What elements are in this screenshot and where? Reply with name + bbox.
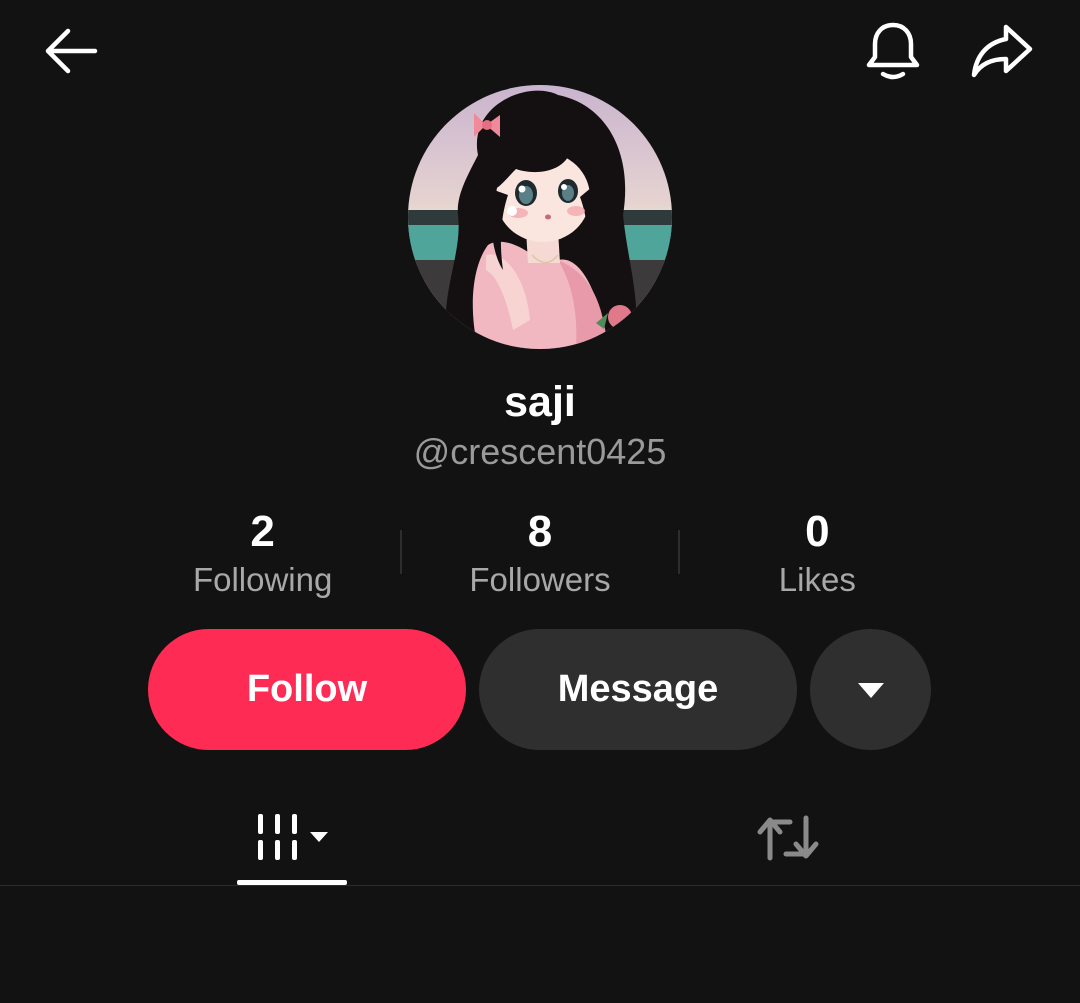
stat-likes[interactable]: 0 Likes — [680, 504, 955, 604]
anime-girl-avatar — [408, 85, 672, 349]
chevron-down-icon — [310, 831, 328, 842]
tab-videos[interactable] — [236, 790, 348, 885]
stat-value: 0 — [805, 507, 830, 556]
stat-value: 2 — [250, 507, 275, 556]
message-button[interactable]: Message — [479, 629, 797, 750]
stats-row: 2 Following 8 Followers 0 Likes — [125, 504, 955, 604]
stat-following[interactable]: 2 Following — [125, 504, 400, 604]
follow-button[interactable]: Follow — [148, 629, 466, 750]
display-name: saji — [504, 378, 576, 426]
stat-label: Likes — [778, 561, 856, 598]
action-buttons: Follow Message — [148, 629, 931, 750]
tab-bar-divider — [0, 885, 1080, 886]
stat-value: 8 — [527, 507, 553, 556]
stat-followers[interactable]: 8 Followers — [402, 504, 677, 604]
bell-icon — [866, 22, 920, 80]
notification-button[interactable] — [853, 11, 933, 91]
stat-label: Following — [192, 561, 333, 598]
more-options-button[interactable] — [810, 629, 931, 750]
back-button[interactable] — [30, 11, 110, 91]
share-button[interactable] — [962, 11, 1042, 91]
video-grid-icon — [258, 813, 328, 860]
repost-icon — [757, 815, 819, 860]
tab-reposts[interactable] — [740, 790, 836, 885]
share-icon — [971, 24, 1033, 78]
profile-page: saji @crescent0425 2 Following 8 Followe… — [0, 0, 1080, 1003]
stat-label: Followers — [469, 561, 611, 598]
caret-down-icon — [857, 682, 884, 698]
arrow-left-icon — [45, 28, 98, 74]
avatar[interactable] — [408, 85, 672, 349]
username: @crescent0425 — [413, 431, 667, 472]
